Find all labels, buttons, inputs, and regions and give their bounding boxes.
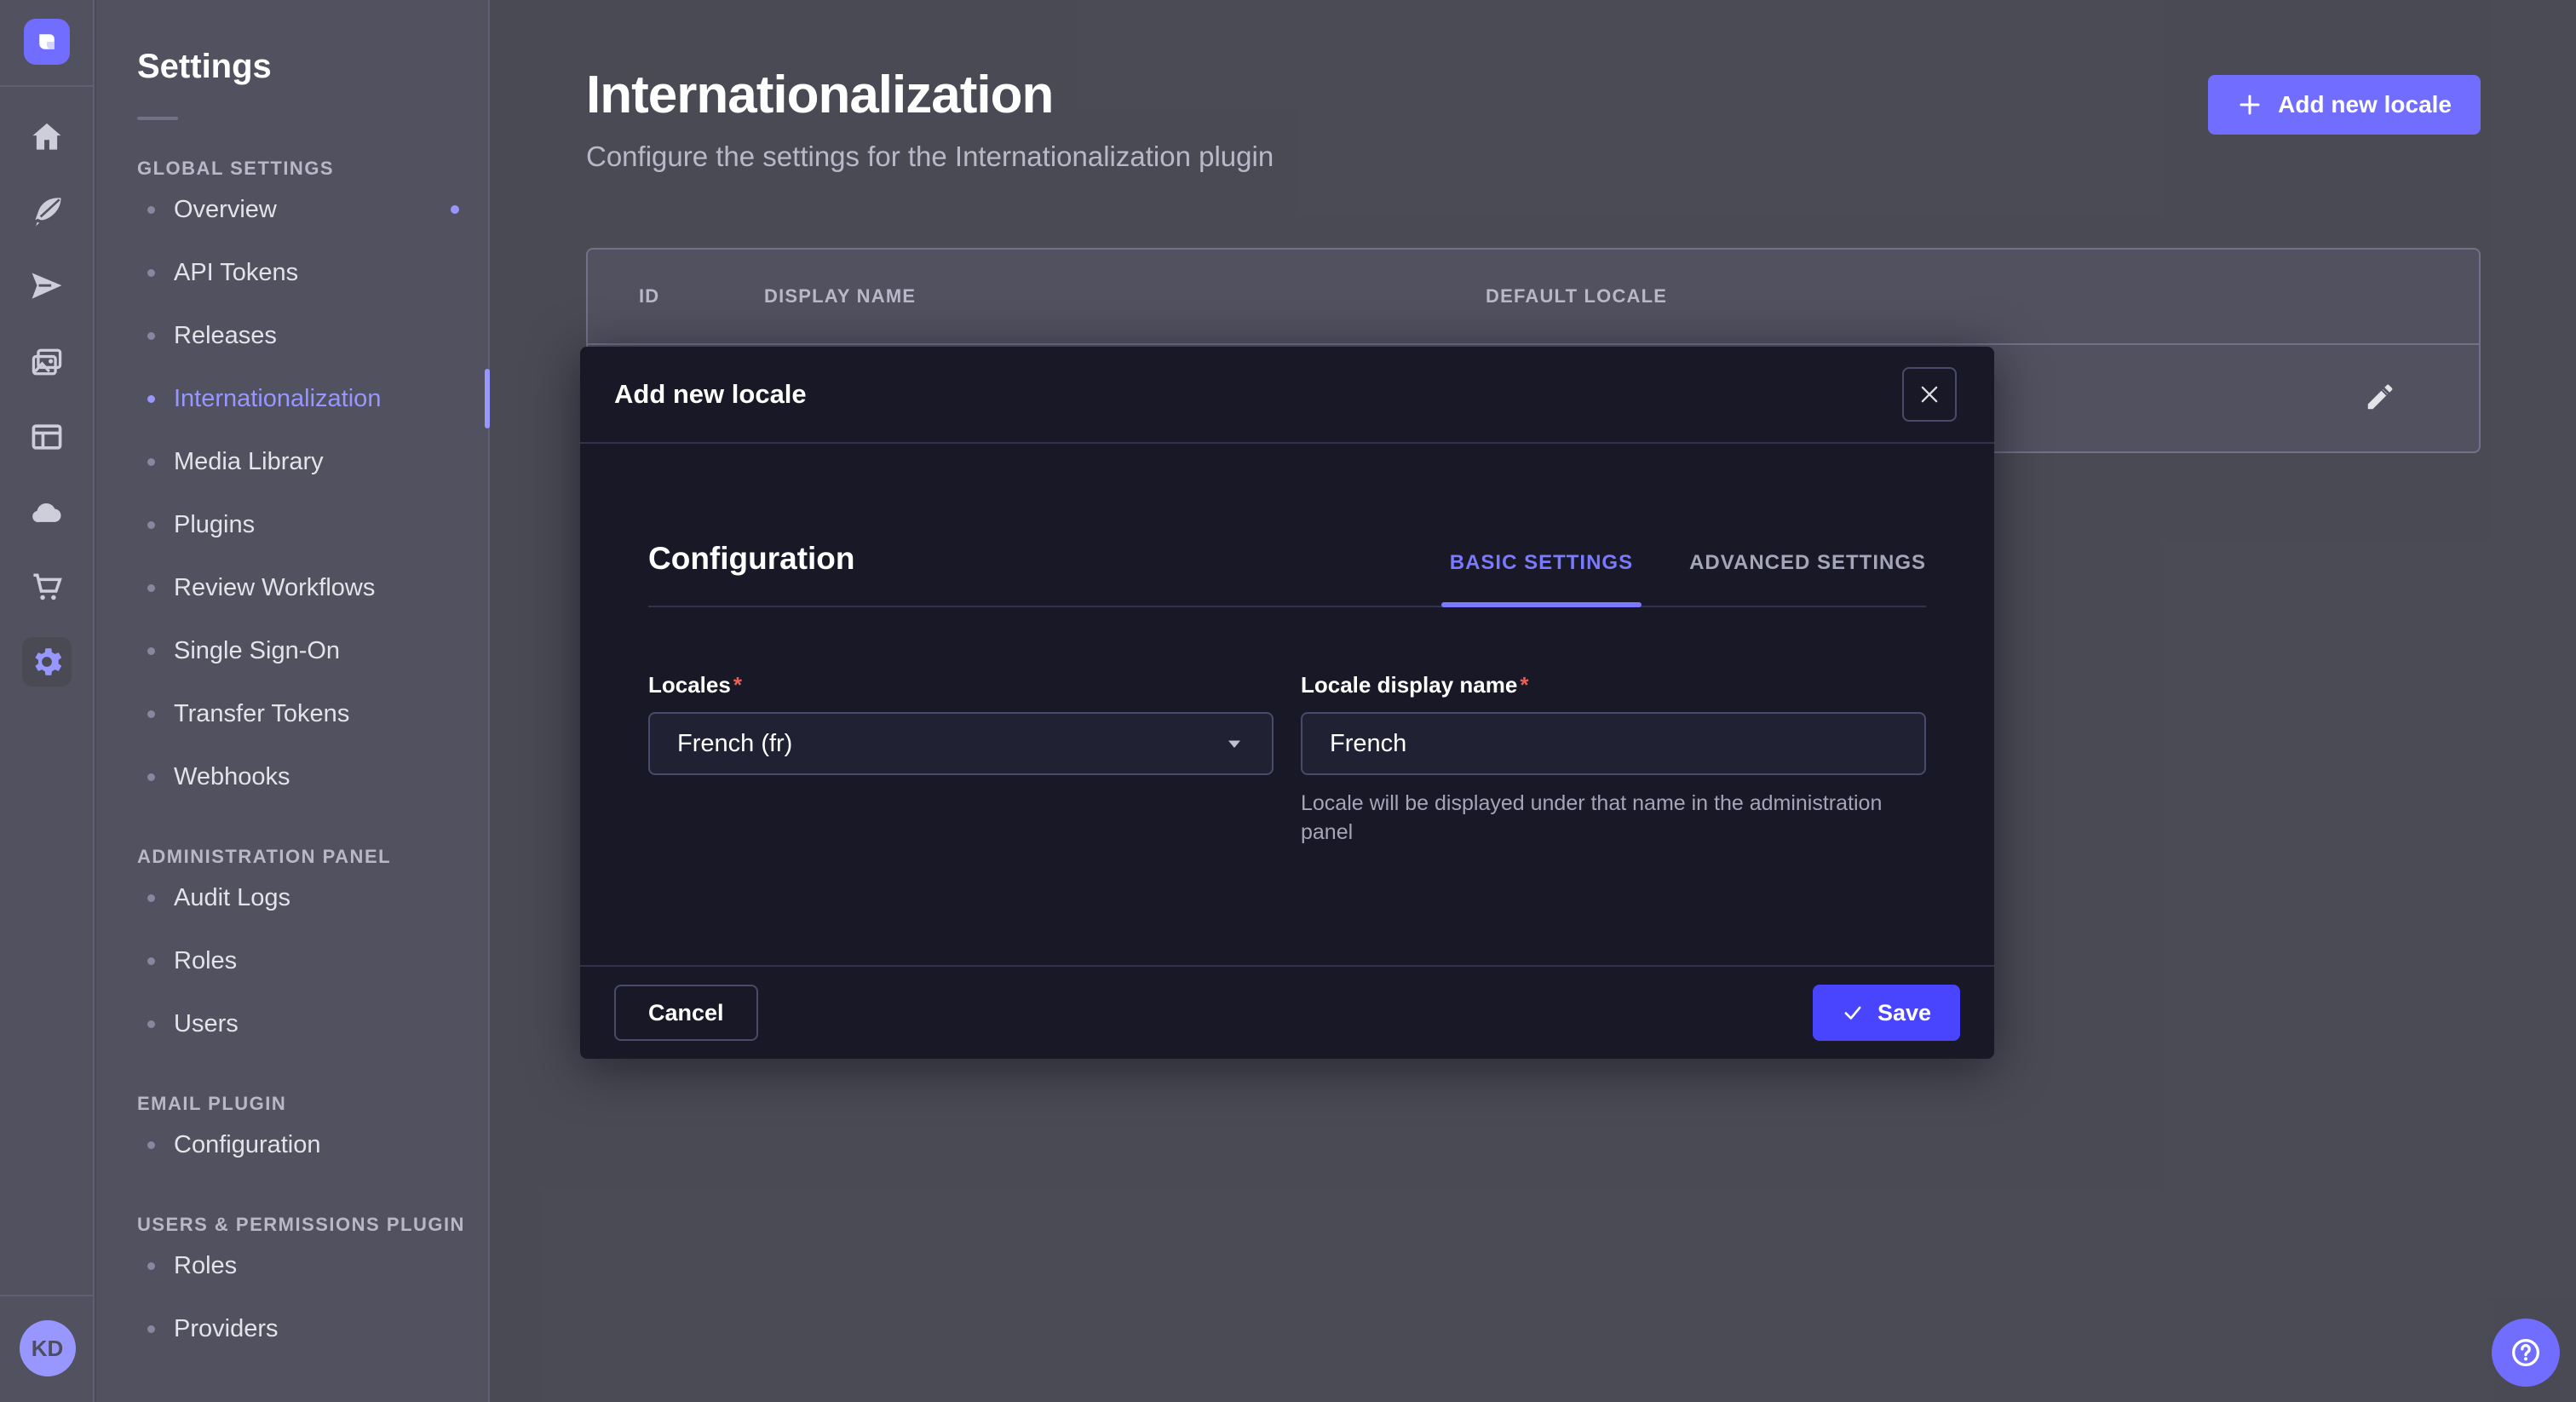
close-icon [1918, 382, 1941, 406]
settings-tabs: BASIC SETTINGS ADVANCED SETTINGS [1450, 551, 1926, 606]
display-name-hint: Locale will be displayed under that name… [1301, 789, 1926, 847]
close-button[interactable] [1902, 367, 1957, 422]
add-locale-modal: Add new locale Configuration BASIC SETTI… [580, 347, 1994, 1059]
configuration-heading: Configuration [648, 541, 855, 606]
save-button[interactable]: Save [1813, 985, 1960, 1041]
locales-label: Locales [648, 672, 1274, 698]
check-icon [1842, 1002, 1864, 1024]
display-name-input[interactable] [1301, 712, 1926, 775]
cancel-button[interactable]: Cancel [614, 985, 758, 1041]
chevron-down-icon [1224, 733, 1245, 754]
locales-select[interactable]: French (fr) [648, 712, 1274, 775]
display-name-label: Locale display name [1301, 672, 1926, 698]
tab-advanced-settings[interactable]: ADVANCED SETTINGS [1689, 551, 1926, 606]
locales-select-value: French (fr) [677, 730, 792, 758]
tab-basic-settings[interactable]: BASIC SETTINGS [1450, 551, 1633, 606]
modal-title: Add new locale [614, 379, 807, 410]
